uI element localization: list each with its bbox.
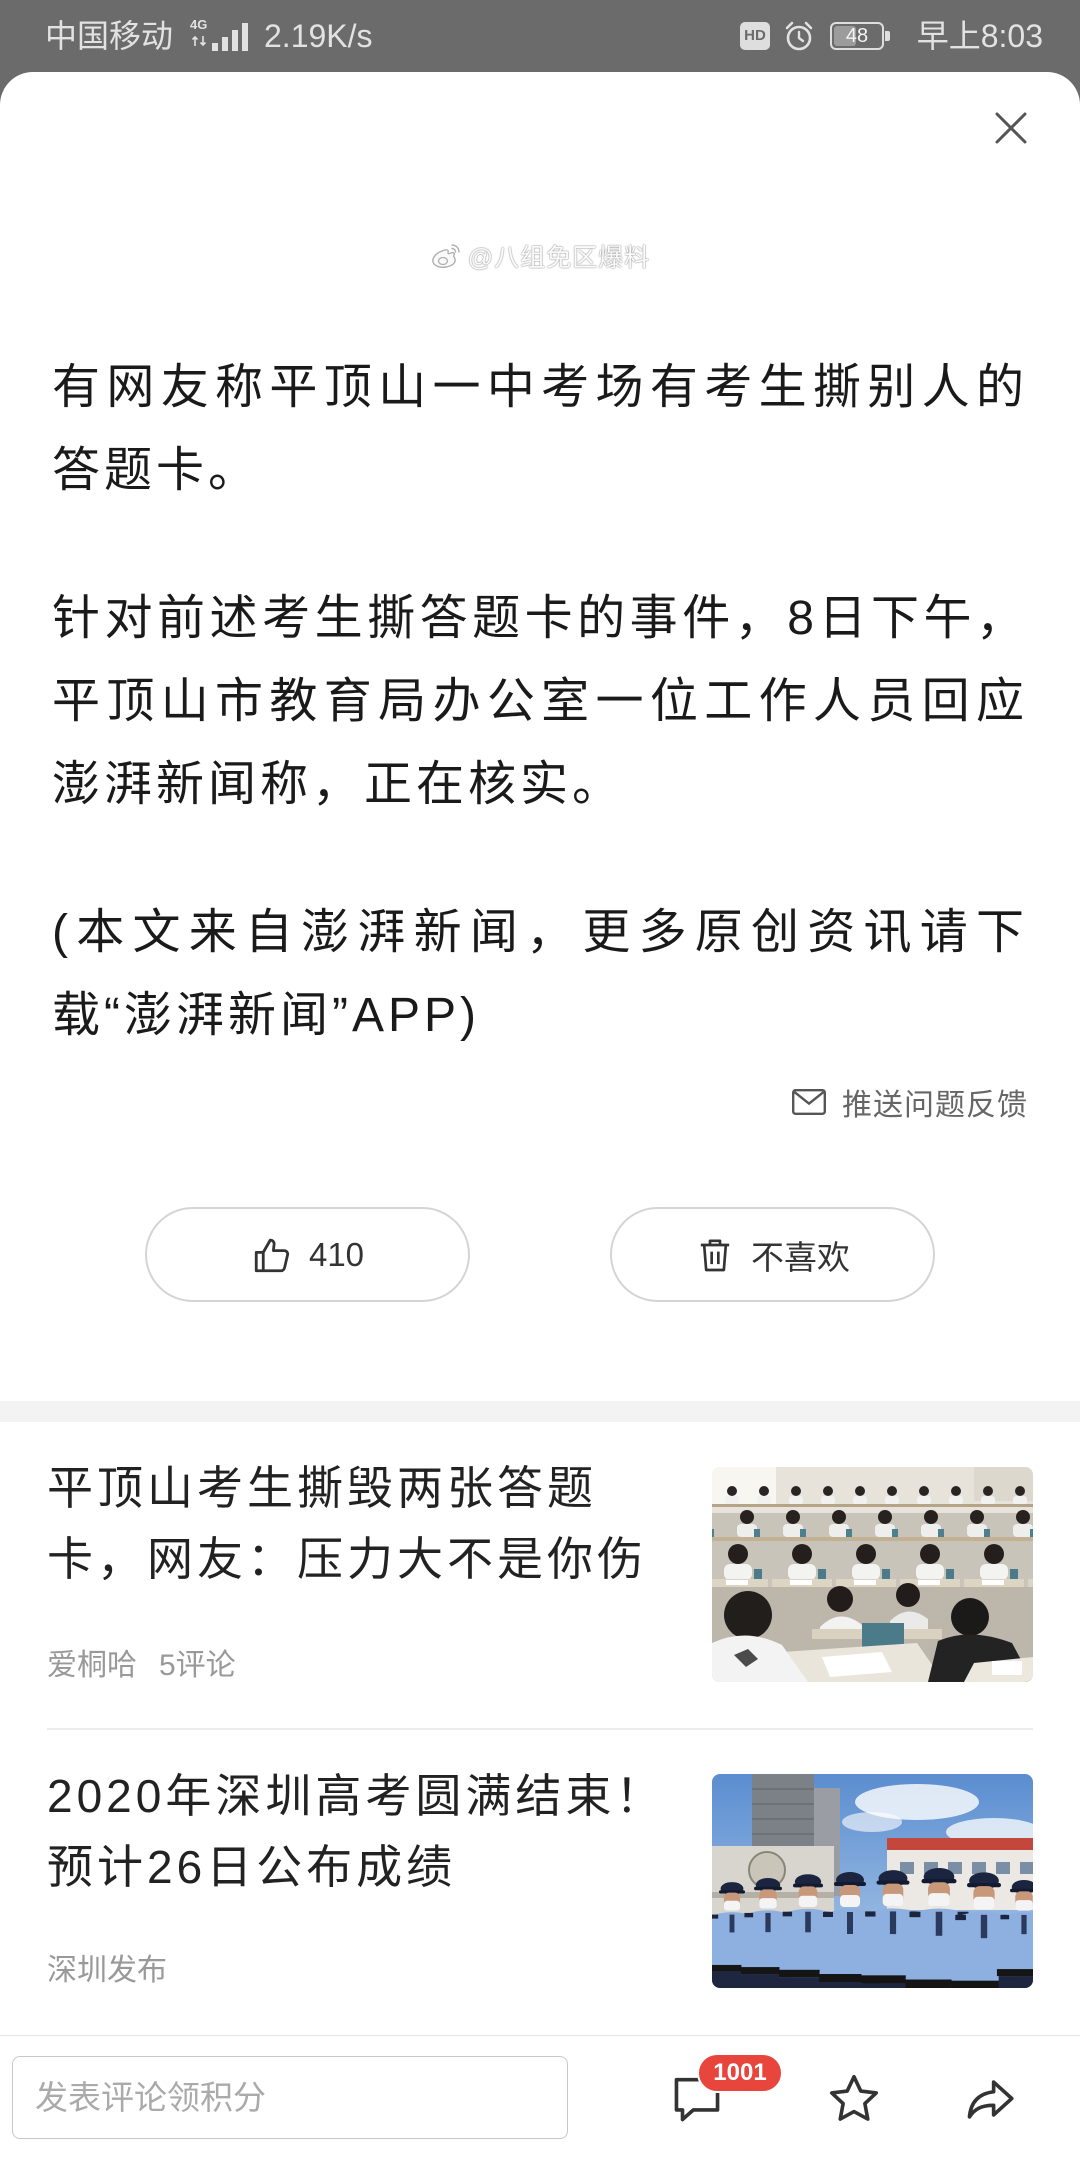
- battery-icon: 48: [830, 22, 884, 50]
- carrier-name: 中国移动: [45, 18, 174, 54]
- article-body: 有网友称平顶山一中考场有考生撕别人的答题卡。 针对前述考生撕答题卡的事件，8日下…: [52, 346, 1028, 1122]
- article-paragraph: (本文来自澎湃新闻，更多原创资讯请下载“澎湃新闻”APP): [52, 906, 1028, 1042]
- related-article-source: 深圳发布: [47, 1954, 167, 1987]
- signal-bars-icon: [212, 23, 248, 51]
- favorite-button[interactable]: [825, 2070, 883, 2128]
- related-article-meta: 深圳发布: [47, 1953, 167, 1989]
- comment-count-badge: 1001: [697, 2053, 783, 2093]
- related-article-title: 2020年深圳高考圆满结束！预计26日公布成绩: [47, 1770, 666, 1893]
- trash-icon: [700, 1239, 730, 1271]
- status-bar: 中国移动 4G 2.19K/s HD 48 早上8:03: [0, 0, 1080, 72]
- feedback-link[interactable]: 推送问题反馈: [790, 1080, 1028, 1124]
- battery-level: 48: [845, 25, 869, 47]
- share-icon: [967, 2080, 1014, 2119]
- like-count: 410: [308, 1235, 365, 1273]
- dislike-label: 不喜欢: [751, 1238, 850, 1276]
- exam-classroom-photo: [712, 1467, 1033, 1682]
- related-article-item[interactable]: 平顶山考生撕毁两张答题卡，网友：压力大不是你伤 爱桐哈 5评论: [0, 1422, 1080, 1728]
- star-icon: [829, 2074, 879, 2121]
- article-paragraph: 有网友称平顶山一中考场有考生撕别人的答题卡。: [52, 361, 1028, 497]
- like-button[interactable]: 410: [145, 1207, 470, 1302]
- weibo-logo-icon: [431, 244, 460, 268]
- share-button[interactable]: [961, 2070, 1019, 2128]
- mail-icon: [792, 1088, 826, 1116]
- network-speed: 2.19K/s: [264, 18, 373, 54]
- related-article-thumbnail: [712, 1774, 1033, 1988]
- feedback-label: 推送问题反馈: [842, 1089, 1028, 1122]
- thumbs-up-icon: [254, 1238, 290, 1272]
- bottom-action-bar: 1001: [0, 2035, 1080, 2160]
- article-sheet: @八组免区爆料 有网友称平顶山一中考场有考生撕别人的答题卡。 针对前述考生撕答题…: [0, 72, 1080, 2160]
- dislike-button[interactable]: 不喜欢: [610, 1207, 935, 1302]
- alarm-icon: [785, 21, 813, 51]
- related-article-title: 平顶山考生撕毁两张答题卡，网友：压力大不是你伤: [47, 1462, 647, 1585]
- image-watermark: @八组免区爆料: [0, 238, 1080, 274]
- battery-nub: [885, 31, 890, 41]
- clock-time: 早上8:03: [916, 18, 1043, 54]
- related-article-comments: 5评论: [159, 1649, 236, 1682]
- related-article-source: 爱桐哈: [47, 1649, 137, 1682]
- close-button[interactable]: [989, 106, 1033, 150]
- network-type: 4G: [190, 17, 208, 32]
- article-paragraph: 针对前述考生撕答题卡的事件，8日下午，平顶山市教育局办公室一位工作人员回应澎湃新…: [52, 592, 1028, 811]
- related-article-thumbnail: [712, 1467, 1033, 1682]
- hd-icon: HD: [740, 22, 770, 50]
- close-icon: [995, 112, 1027, 144]
- comment-input[interactable]: [12, 2056, 568, 2139]
- related-article-meta: 爱桐哈 5评论: [47, 1648, 236, 1684]
- data-arrows-icon: [191, 35, 207, 47]
- watermark-text: @八组免区爆料: [467, 244, 651, 272]
- related-article-item[interactable]: 2020年深圳高考圆满结束！预计26日公布成绩 深圳发布: [0, 1729, 1080, 2035]
- signal-icon: 4G: [190, 17, 254, 55]
- police-officers-photo: [712, 1774, 1033, 1988]
- section-separator: [0, 1401, 1080, 1422]
